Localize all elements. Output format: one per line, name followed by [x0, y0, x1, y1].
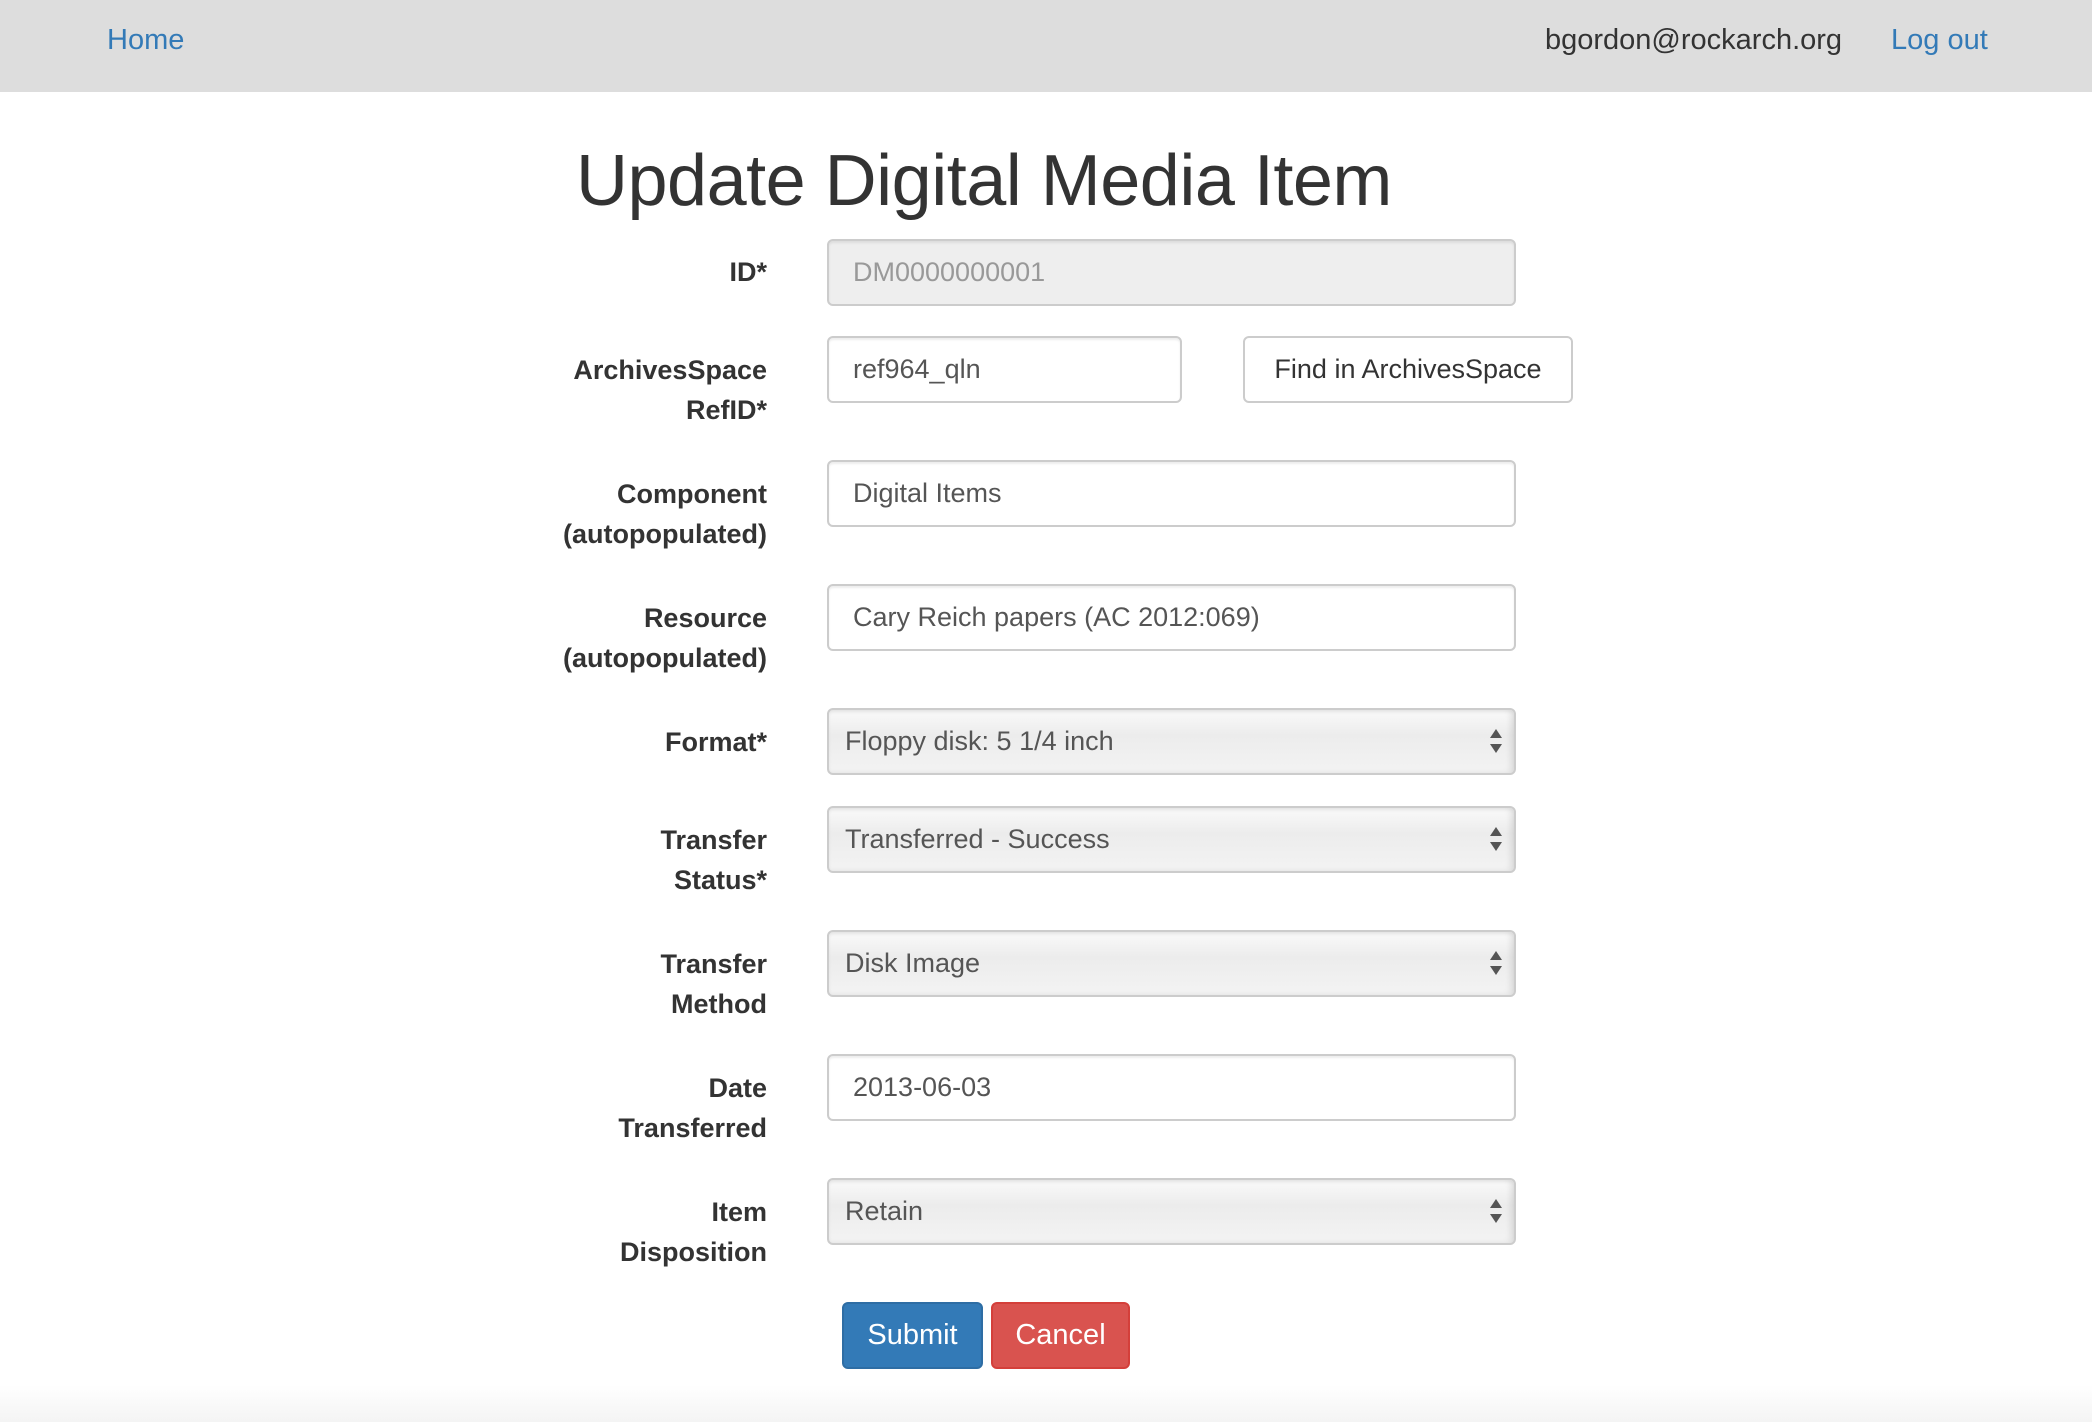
select-arrows-icon: [1490, 825, 1502, 855]
id-field: DM0000000001: [827, 239, 1516, 306]
date-transferred-value: 2013-06-03: [853, 1072, 992, 1102]
select-arrows-icon: [1490, 949, 1502, 979]
refid-label: ArchivesSpace RefID*: [507, 350, 767, 430]
navbar: Home bgordon@rockarch.org Log out: [0, 0, 2092, 92]
item-disposition-label: Item Disposition: [527, 1192, 767, 1272]
id-label-text: ID*: [729, 257, 767, 287]
date-transferred-label: Date Transferred: [527, 1068, 767, 1148]
resource-label: Resource (autopopulated): [507, 598, 767, 678]
page-title: Update Digital Media Item: [576, 141, 1392, 221]
select-arrows-icon: [1490, 1197, 1502, 1227]
format-selected: Floppy disk: 5 1/4 inch: [845, 726, 1114, 756]
item-disposition-select[interactable]: Retain: [827, 1178, 1516, 1245]
refid-label-line1: ArchivesSpace: [573, 355, 767, 385]
date-transferred-label-line1: Date: [708, 1073, 767, 1103]
transfer-status-label: Transfer Status*: [527, 820, 767, 900]
logout-link[interactable]: Log out: [1891, 22, 1988, 58]
cancel-button[interactable]: Cancel: [991, 1302, 1130, 1369]
transfer-status-label-line1: Transfer: [660, 825, 767, 855]
select-arrows-icon: [1490, 727, 1502, 757]
id-value: DM0000000001: [853, 257, 1046, 287]
refid-input[interactable]: ref964_qln: [827, 336, 1182, 403]
date-transferred-input[interactable]: 2013-06-03: [827, 1054, 1516, 1121]
resource-input[interactable]: Cary Reich papers (AC 2012:069): [827, 584, 1516, 651]
footer-shade: [0, 1385, 2092, 1422]
transfer-method-label: Transfer Method: [527, 944, 767, 1024]
resource-value: Cary Reich papers (AC 2012:069): [853, 602, 1260, 632]
refid-value: ref964_qln: [853, 354, 981, 384]
format-label: Format*: [527, 722, 767, 762]
item-disposition-label-line1: Item: [711, 1197, 767, 1227]
submit-button[interactable]: Submit: [842, 1302, 983, 1369]
component-label: Component (autopopulated): [507, 474, 767, 554]
item-disposition-label-line2: Disposition: [620, 1237, 767, 1267]
resource-label-line2: (autopopulated): [563, 643, 767, 673]
component-input[interactable]: Digital Items: [827, 460, 1516, 527]
component-label-line2: (autopopulated): [563, 519, 767, 549]
home-link[interactable]: Home: [107, 22, 184, 58]
transfer-status-label-line2: Status*: [673, 865, 767, 895]
format-label-text: Format*: [664, 727, 767, 757]
date-transferred-label-line2: Transferred: [618, 1113, 767, 1143]
transfer-method-label-line1: Transfer: [660, 949, 767, 979]
transfer-method-selected: Disk Image: [845, 948, 981, 978]
find-in-archivesspace-button[interactable]: Find in ArchivesSpace: [1243, 336, 1573, 403]
transfer-status-select[interactable]: Transferred - Success: [827, 806, 1516, 873]
id-label: ID*: [527, 252, 767, 292]
transfer-method-select[interactable]: Disk Image: [827, 930, 1516, 997]
component-value: Digital Items: [853, 478, 1002, 508]
resource-label-line1: Resource: [643, 603, 767, 633]
transfer-status-selected: Transferred - Success: [845, 824, 1110, 854]
item-disposition-selected: Retain: [845, 1196, 924, 1226]
refid-label-line2: RefID*: [685, 395, 767, 425]
transfer-method-label-line2: Method: [671, 989, 767, 1019]
component-label-line1: Component: [617, 479, 767, 509]
user-email: bgordon@rockarch.org: [1545, 24, 1843, 56]
format-select[interactable]: Floppy disk: 5 1/4 inch: [827, 708, 1516, 775]
